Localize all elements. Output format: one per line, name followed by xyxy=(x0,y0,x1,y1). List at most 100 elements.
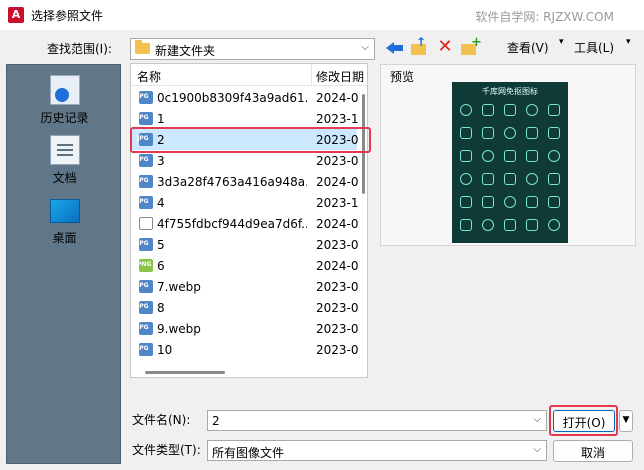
preview-glyph-icon xyxy=(504,173,516,185)
preview-image-title: 千库网免抠图标 xyxy=(482,87,538,96)
file-date: 2023-0 xyxy=(316,238,359,252)
lookin-combo[interactable]: 新建文件夹 ⌵ xyxy=(130,38,375,60)
png-file-icon xyxy=(137,259,153,272)
file-date: 2023-1 xyxy=(316,112,359,126)
file-date: 2024-0 xyxy=(316,259,359,273)
title-bar: A 选择参照文件 软件自学网: RJZXW.COM xyxy=(0,0,644,30)
file-icon xyxy=(139,217,153,230)
file-row[interactable]: 9.webp 2023-0 xyxy=(131,318,359,339)
file-name: 4 xyxy=(157,196,165,210)
preview-glyph-icon xyxy=(526,196,538,208)
preview-glyph-icon xyxy=(548,127,560,139)
open-options-button[interactable]: ▼ xyxy=(619,410,633,432)
preview-glyph-icon xyxy=(526,127,538,139)
folder-icon xyxy=(135,40,150,54)
new-folder-icon[interactable] xyxy=(460,35,482,56)
chevron-down-icon: ⌵ xyxy=(533,444,541,455)
preview-glyph-icon xyxy=(482,219,494,231)
place-documents[interactable]: 文档 xyxy=(7,131,122,187)
file-row[interactable]: 4f755fdbcf944d9ea7d6f... 2024-0 xyxy=(131,213,359,234)
preview-glyph-icon xyxy=(504,127,516,139)
jpg-file-icon xyxy=(137,343,153,356)
jpg-file-icon xyxy=(137,91,153,104)
file-name: 6 xyxy=(157,259,165,273)
file-date: 2023-0 xyxy=(316,154,359,168)
preview-glyph-icon xyxy=(526,173,538,185)
file-name: 4f755fdbcf944d9ea7d6f... xyxy=(157,217,307,231)
filetype-label: 文件类型(T): xyxy=(132,443,201,457)
filename-label: 文件名(N): xyxy=(132,413,191,427)
file-row[interactable]: 6 2024-0 xyxy=(131,255,359,276)
tools-menu[interactable]: 工具(L) xyxy=(574,39,614,56)
column-separator[interactable] xyxy=(311,64,312,86)
view-menu[interactable]: 查看(V) xyxy=(507,39,549,56)
place-history[interactable]: 历史记录 xyxy=(7,71,122,127)
file-list[interactable]: ^ 名称 修改日期 0c1900b8309f43a9ad61... 2024-0 1… xyxy=(130,63,368,378)
column-header-date[interactable]: 修改日期 xyxy=(316,68,364,85)
preview-glyph-icon xyxy=(460,150,472,162)
preview-glyph-icon xyxy=(460,219,472,231)
preview-glyph-icon xyxy=(548,173,560,185)
documents-icon xyxy=(50,135,80,165)
back-arrow-icon[interactable] xyxy=(386,39,404,57)
file-row[interactable]: 5 2023-0 xyxy=(131,234,359,255)
cancel-button[interactable]: 取消 xyxy=(553,440,633,462)
jpg-file-icon xyxy=(137,196,153,209)
window-title: 选择参照文件 xyxy=(31,9,104,23)
delete-icon[interactable]: ✕ xyxy=(436,38,454,56)
jpg-file-icon xyxy=(137,112,153,125)
tools-dropdown-icon[interactable]: ▾ xyxy=(626,37,631,47)
watermark-text: 软件自学网: RJZXW.COM xyxy=(475,10,614,24)
jpg-file-icon xyxy=(137,280,153,293)
jpg-file-icon xyxy=(137,175,153,188)
preview-glyph-icon xyxy=(460,104,472,116)
file-row[interactable]: 7.webp 2023-0 xyxy=(131,276,359,297)
file-row[interactable]: 4 2023-1 xyxy=(131,192,359,213)
preview-glyph-icon xyxy=(504,219,516,231)
preview-glyph-icon xyxy=(548,196,560,208)
filename-input[interactable]: 2 ⌵ xyxy=(207,410,547,431)
preview-glyph-icon xyxy=(482,104,494,116)
preview-glyph-icon xyxy=(504,104,516,116)
preview-glyph-icon xyxy=(548,104,560,116)
view-dropdown-icon[interactable]: ▾ xyxy=(559,37,564,47)
file-date: 2024-0 xyxy=(316,217,359,231)
file-row[interactable]: 10 2023-0 xyxy=(131,339,359,360)
filetype-value: 所有图像文件 xyxy=(212,446,285,460)
column-header-name[interactable]: 名称 xyxy=(137,68,161,85)
file-name: 5 xyxy=(157,238,165,252)
preview-glyph-icon xyxy=(460,196,472,208)
dropdown-arrow-icon: ▼ xyxy=(622,415,630,425)
preview-glyph-icon xyxy=(460,173,472,185)
file-date: 2023-0 xyxy=(316,280,359,294)
preview-glyph-icon xyxy=(526,104,538,116)
app-icon: A xyxy=(8,7,24,23)
file-row[interactable]: 8 2023-0 xyxy=(131,297,359,318)
up-folder-icon[interactable] xyxy=(410,35,428,56)
file-date: 2024-0 xyxy=(316,91,359,105)
chevron-down-icon: ⌵ xyxy=(361,42,369,53)
preview-glyph-icon xyxy=(548,219,560,231)
file-name: 0c1900b8309f43a9ad61... xyxy=(157,91,307,105)
preview-glyph-icon xyxy=(482,173,494,185)
horizontal-scrollbar[interactable] xyxy=(145,371,225,374)
preview-glyph-icon xyxy=(526,150,538,162)
file-row[interactable]: 3 2023-0 xyxy=(131,150,359,171)
cancel-button-label: 取消 xyxy=(580,446,605,460)
preview-glyph-icon xyxy=(460,127,472,139)
lookin-label: 查找范围(I): xyxy=(47,42,112,56)
file-row[interactable]: 0c1900b8309f43a9ad61... 2024-0 xyxy=(131,87,359,108)
file-name: 10 xyxy=(157,343,173,357)
chevron-down-icon: ⌵ xyxy=(533,414,541,425)
selection-highlight-box xyxy=(130,127,371,153)
file-row[interactable]: 1 2023-1 xyxy=(131,108,359,129)
history-icon xyxy=(50,75,80,105)
filetype-select[interactable]: 所有图像文件 ⌵ xyxy=(207,440,547,461)
lookin-value: 新建文件夹 xyxy=(155,44,216,58)
file-name: 8 xyxy=(157,301,165,315)
file-name: 7.webp xyxy=(157,280,201,294)
place-label: 桌面 xyxy=(52,231,77,245)
preview-glyph-icon xyxy=(482,150,494,162)
place-desktop[interactable]: 桌面 xyxy=(7,191,122,247)
file-row[interactable]: 3d3a28f4763a416a948a... 2024-0 xyxy=(131,171,359,192)
